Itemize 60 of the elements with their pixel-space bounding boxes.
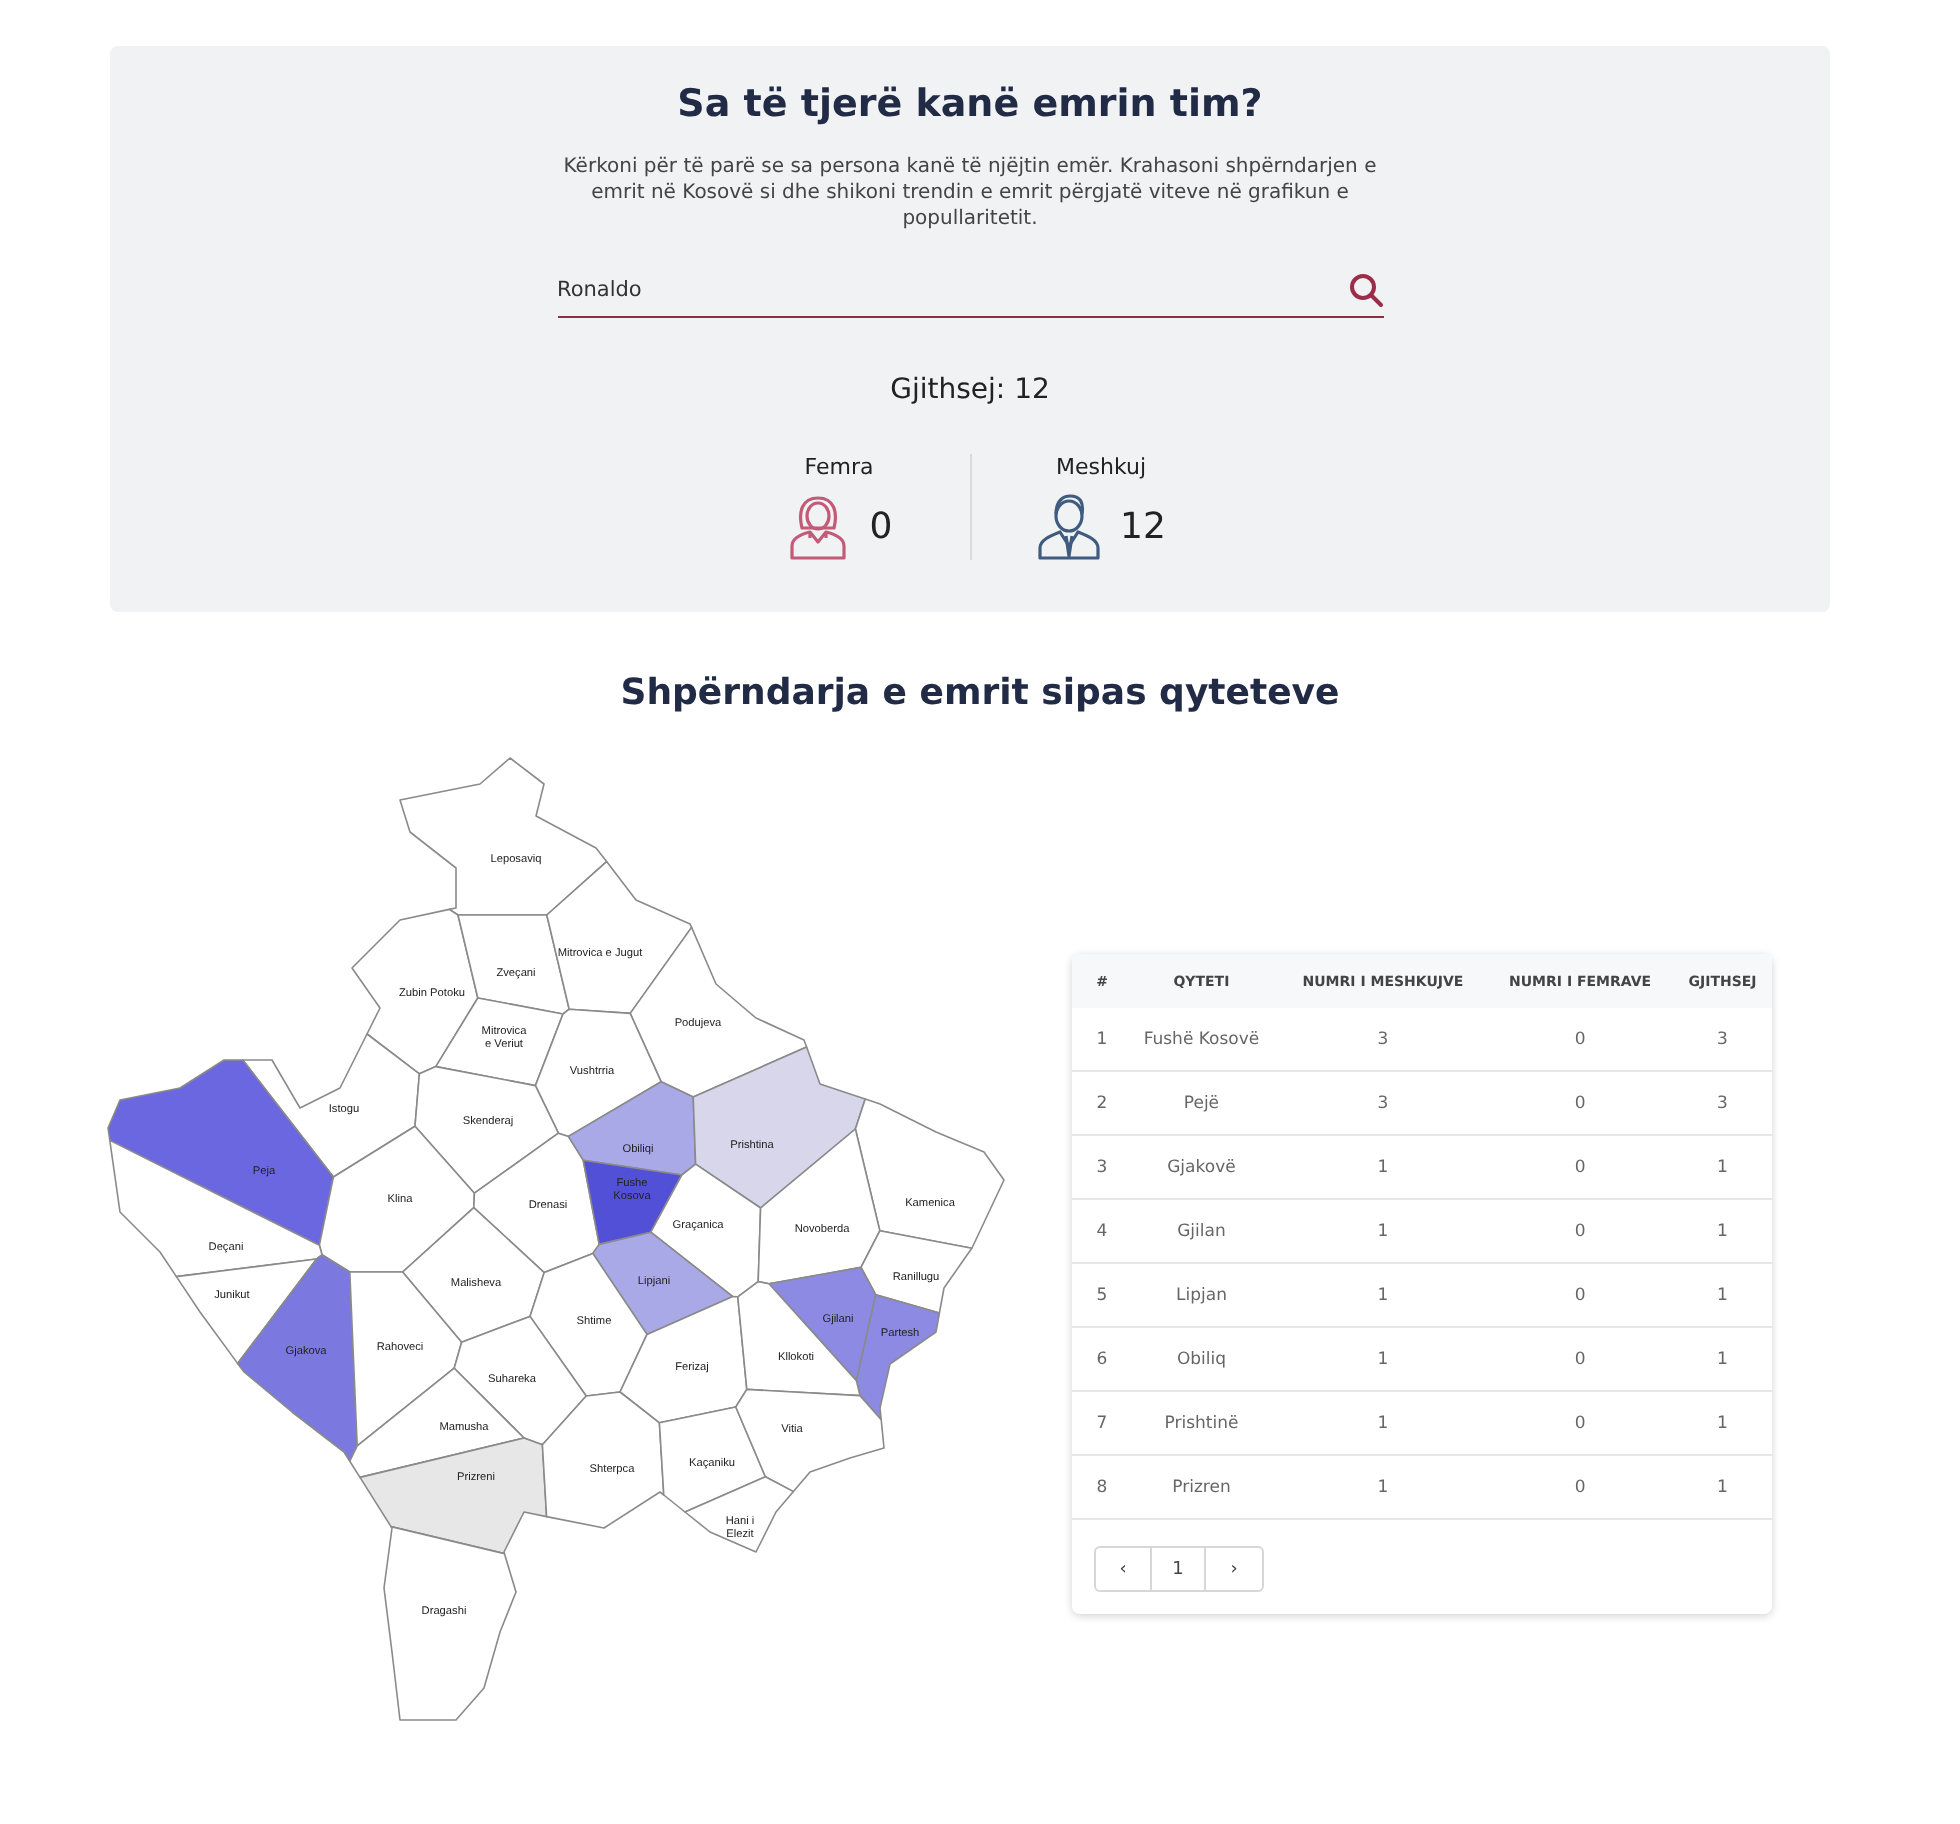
table-cell: 3 (1072, 1135, 1124, 1199)
table-cell: 1 (1673, 1327, 1772, 1391)
municipality-region[interactable] (473, 1132, 600, 1274)
table-cell: 1 (1278, 1455, 1488, 1519)
table-cell: 1 (1673, 1135, 1772, 1199)
woman-icon (785, 492, 850, 560)
stat-label: Meshkuj (1055, 454, 1147, 480)
page-title: Sa të tjerë kanë emrin tim? (677, 82, 1263, 126)
table-cell: 0 (1487, 1391, 1674, 1455)
stat-value: 0 (869, 505, 893, 547)
table-cell: 0 (1487, 1455, 1674, 1519)
table-cell: 3 (1278, 1008, 1488, 1071)
table-cell: 1 (1278, 1263, 1488, 1327)
municipality-region[interactable] (109, 1139, 323, 1278)
table-cell: 1 (1278, 1391, 1488, 1455)
stat-label: Femra (804, 454, 874, 480)
next-page-button[interactable]: › (1206, 1546, 1264, 1592)
table-cell: Prizren (1124, 1455, 1279, 1519)
table-cell: Lipjan (1124, 1263, 1279, 1327)
table-cell: 1 (1673, 1391, 1772, 1455)
search-field[interactable]: Ronaldo (557, 278, 1347, 302)
table-cell: 0 (1487, 1263, 1674, 1327)
total-count: Gjithsej: 12 (890, 374, 1050, 406)
description-text: Kërkoni për të parë se sa persona kanë të njëjtin emër. Krahasoni shpërndarjen e emrit në Kosovë si dhe shikoni trendin e emrit përgjatë viteve në grafikun e popullaritetit. (561, 154, 1379, 232)
table-cell: Prishtinë (1124, 1391, 1279, 1455)
table-cell: Obiliq (1124, 1327, 1279, 1391)
table-cell: 3 (1278, 1071, 1488, 1135)
table-cell: 3 (1673, 1008, 1772, 1071)
section-title: Shpërndarja e emrit sipas qyteteve (620, 672, 1340, 714)
stat-value: 12 (1120, 505, 1166, 547)
man-icon (1036, 492, 1101, 560)
table-cell: 0 (1487, 1071, 1674, 1135)
search-icon[interactable] (1347, 272, 1383, 308)
table-cell: Fushë Kosovë (1124, 1008, 1279, 1071)
table-cell: 6 (1072, 1327, 1124, 1391)
table-cell: Gjakovë (1124, 1135, 1279, 1199)
table-cell: 1 (1072, 1008, 1124, 1071)
table-cell: 4 (1072, 1199, 1124, 1263)
table-cell: 2 (1072, 1071, 1124, 1135)
table-cell: 1 (1673, 1199, 1772, 1263)
table-cell: 7 (1072, 1391, 1124, 1455)
table-cell: 1 (1673, 1263, 1772, 1327)
municipality-region[interactable] (242, 1033, 421, 1178)
table-cell: 1 (1278, 1135, 1488, 1199)
page-button[interactable]: 1 (1152, 1546, 1206, 1592)
table-cell: Pejë (1124, 1071, 1279, 1135)
previous-page-button[interactable]: ‹ (1094, 1546, 1152, 1592)
table-cell: 1 (1278, 1199, 1488, 1263)
table-cell: 0 (1487, 1327, 1674, 1391)
table-cell: 0 (1487, 1135, 1674, 1199)
table-cell: Gjilan (1124, 1199, 1279, 1263)
table-cell: 0 (1487, 1008, 1674, 1071)
table-cell: 5 (1072, 1263, 1124, 1327)
table-cell: 3 (1673, 1071, 1772, 1135)
table-cell: 8 (1072, 1455, 1124, 1519)
table-cell: 1 (1673, 1455, 1772, 1519)
municipality-region[interactable] (567, 1081, 697, 1176)
table-cell: 0 (1487, 1199, 1674, 1263)
municipality-region[interactable] (318, 1125, 476, 1273)
table-cell: 1 (1278, 1327, 1488, 1391)
